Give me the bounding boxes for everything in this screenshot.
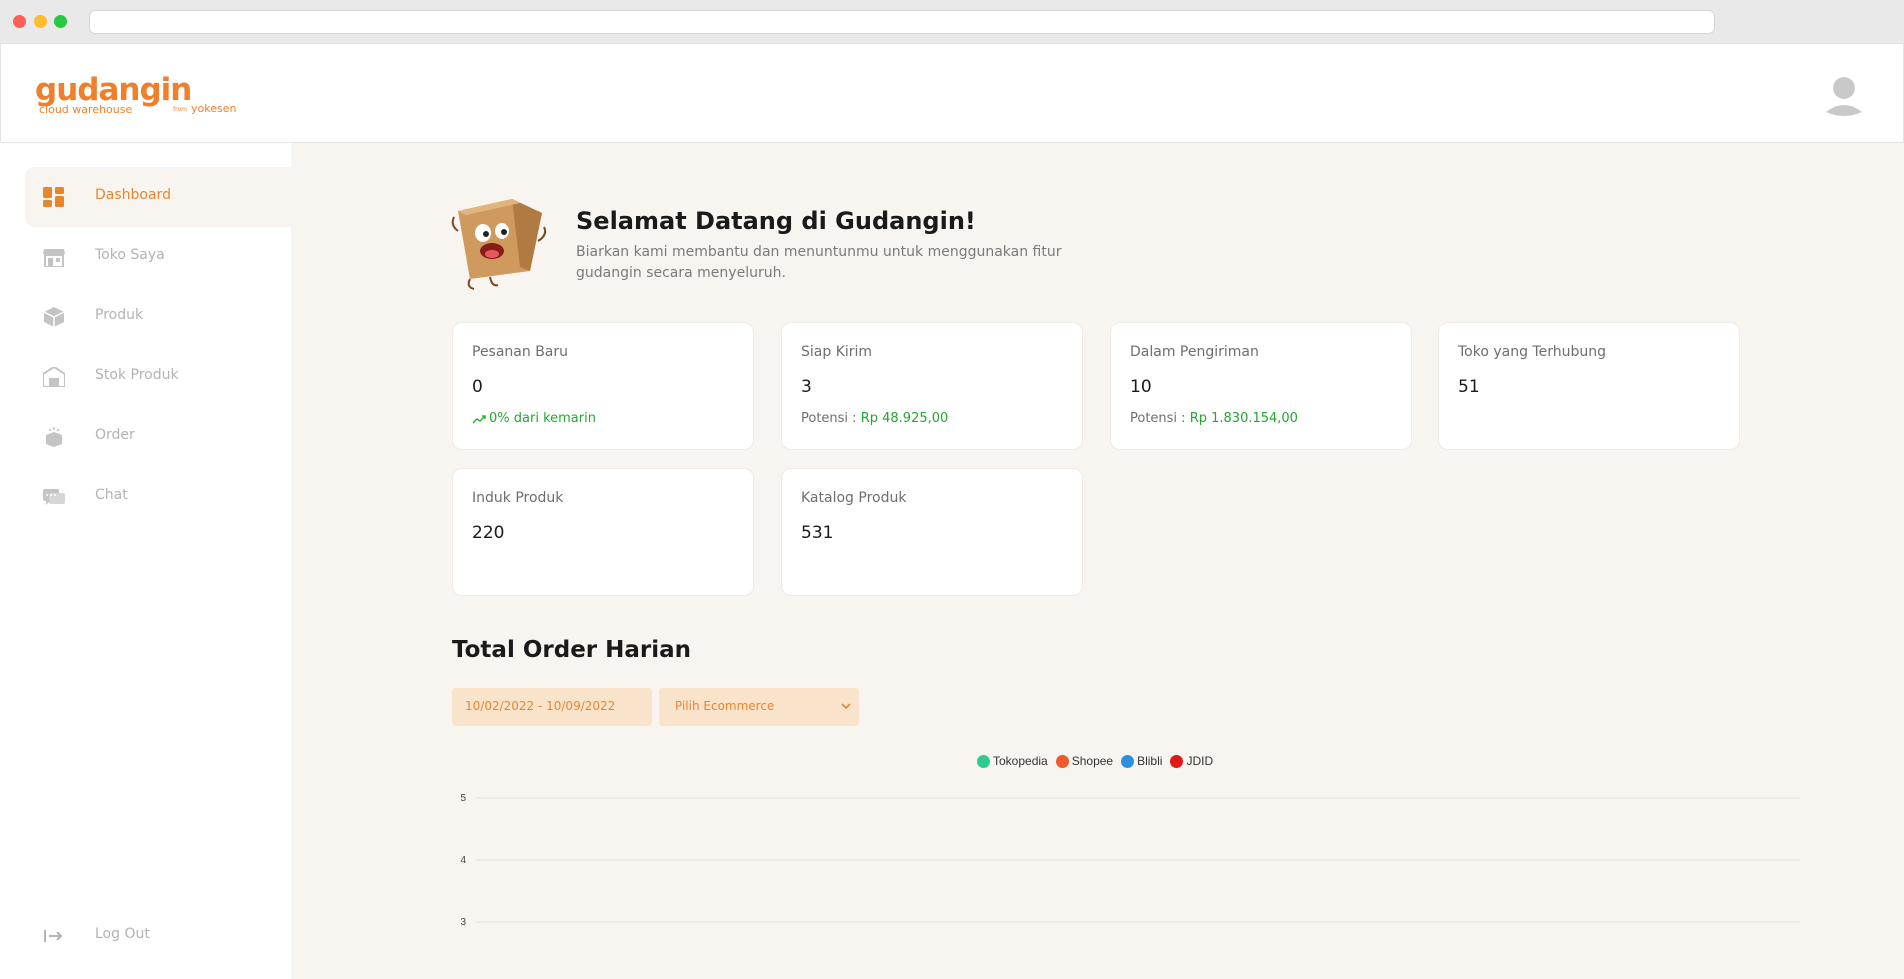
logout-icon bbox=[44, 930, 63, 942]
browser-chrome bbox=[0, 0, 1904, 43]
ecommerce-select[interactable]: Pilih Ecommerce bbox=[659, 688, 859, 726]
potential-label: Potensi : bbox=[801, 411, 861, 426]
potential-label: Potensi : bbox=[1130, 411, 1190, 426]
welcome-description: Biarkan kami membantu dan menuntunmu unt… bbox=[576, 244, 1062, 281]
card-value: 0 bbox=[472, 377, 483, 397]
card-value: 10 bbox=[1130, 377, 1152, 397]
card-title: Dalam Pengiriman bbox=[1130, 344, 1259, 360]
logo-from-text: from bbox=[173, 106, 187, 113]
chart-legend: Tokopedia Shopee Blibli JDID bbox=[977, 754, 1213, 768]
sidebar-item-produk[interactable]: Produk bbox=[25, 287, 291, 347]
card-title: Induk Produk bbox=[472, 490, 564, 506]
sidebar-item-label: Order bbox=[95, 427, 135, 443]
address-bar[interactable] bbox=[89, 10, 1715, 34]
card-trend-text: 0% dari kemarin bbox=[489, 411, 596, 426]
sidebar-item-label: Stok Produk bbox=[95, 367, 179, 383]
y-tick-label: 4 bbox=[460, 855, 466, 866]
sidebar-item-chat[interactable]: Chat bbox=[25, 467, 291, 527]
card-potential: Potensi : Rp 1.830.154,00 bbox=[1130, 411, 1298, 426]
warehouse-icon bbox=[43, 367, 65, 387]
sidebar-item-label: Produk bbox=[95, 307, 144, 323]
card-title: Pesanan Baru bbox=[472, 344, 569, 360]
logo-brand-text: yokesen bbox=[191, 102, 237, 115]
y-tick-label: 3 bbox=[460, 917, 466, 928]
minimize-window-button[interactable] bbox=[34, 15, 47, 28]
legend-label: JDID bbox=[1186, 754, 1214, 768]
card-title: Katalog Produk bbox=[801, 490, 907, 506]
top-header: gudangin cloud warehouse from yokesen bbox=[0, 43, 1904, 143]
box-icon bbox=[43, 307, 65, 327]
sidebar-item-label: Dashboard bbox=[95, 187, 171, 203]
sidebar-item-dashboard[interactable]: Dashboard bbox=[25, 167, 291, 227]
daily-order-chart: 5 4 3 bbox=[460, 793, 1800, 928]
card-value: 531 bbox=[801, 523, 834, 543]
chevron-down-icon bbox=[841, 703, 851, 710]
potential-value: Rp 48.925,00 bbox=[860, 411, 949, 426]
sidebar-item-order[interactable]: Order bbox=[25, 407, 291, 467]
sidebar-item-label: Chat bbox=[95, 487, 128, 503]
logo-tagline: cloud warehouse bbox=[39, 103, 133, 116]
card-title: Toko yang Terhubung bbox=[1458, 344, 1606, 360]
ecommerce-select-value: Pilih Ecommerce bbox=[675, 699, 775, 713]
trend-up-icon bbox=[472, 414, 486, 423]
y-tick-label: 5 bbox=[460, 793, 466, 804]
legend-item-jdid[interactable]: JDID bbox=[1170, 754, 1213, 768]
order-box-icon bbox=[46, 427, 62, 447]
card-title: Siap Kirim bbox=[801, 344, 873, 360]
legend-label: Shopee bbox=[1071, 754, 1114, 768]
card-value: 3 bbox=[801, 377, 812, 397]
sidebar-item-stok-produk[interactable]: Stok Produk bbox=[25, 347, 291, 407]
legend-item-shopee[interactable]: Shopee bbox=[1055, 754, 1114, 768]
main-content: Selamat Datang di Gudangin! Biarkan kami… bbox=[291, 143, 1904, 979]
chat-icon bbox=[43, 489, 65, 505]
section-title-total-order: Total Order Harian bbox=[452, 637, 692, 663]
welcome-title: Selamat Datang di Gudangin! bbox=[576, 207, 976, 235]
logout-label: Log Out bbox=[95, 926, 150, 942]
sidebar-item-toko-saya[interactable]: Toko Saya bbox=[25, 227, 291, 287]
potential-value: Rp 1.830.154,00 bbox=[1189, 411, 1298, 426]
stat-card-toko-terhubung[interactable]: Toko yang Terhubung 51 bbox=[1438, 322, 1740, 450]
dashboard-icon bbox=[43, 187, 64, 207]
card-potential: Potensi : Rp 48.925,00 bbox=[801, 411, 948, 426]
stat-card-dalam-pengiriman[interactable]: Dalam Pengiriman 10 Potensi : Rp 1.830.1… bbox=[1110, 322, 1412, 450]
store-icon bbox=[43, 249, 65, 267]
legend-swatch bbox=[1121, 754, 1135, 768]
card-value: 220 bbox=[472, 523, 505, 543]
sidebar: Dashboard Toko Saya Produk Stok Produk O… bbox=[0, 143, 291, 979]
card-value: 51 bbox=[1458, 377, 1480, 397]
date-range-input[interactable]: 10/02/2022 - 10/09/2022 bbox=[452, 688, 652, 726]
gudangin-logo[interactable]: gudangin cloud warehouse from yokesen bbox=[35, 72, 245, 122]
legend-swatch bbox=[1170, 754, 1184, 768]
legend-label: Blibli bbox=[1137, 754, 1163, 768]
user-avatar-icon[interactable] bbox=[1824, 74, 1864, 116]
stat-card-siap-kirim[interactable]: Siap Kirim 3 Potensi : Rp 48.925,00 bbox=[781, 322, 1083, 450]
box-mascot-illustration bbox=[451, 199, 547, 290]
legend-label: Tokopedia bbox=[993, 754, 1048, 768]
maximize-window-button[interactable] bbox=[54, 15, 67, 28]
legend-item-tokopedia[interactable]: Tokopedia bbox=[977, 754, 1048, 768]
sidebar-item-label: Toko Saya bbox=[95, 247, 165, 263]
close-window-button[interactable] bbox=[13, 15, 26, 28]
legend-swatch bbox=[1055, 754, 1069, 768]
stat-card-induk-produk[interactable]: Induk Produk 220 bbox=[452, 468, 754, 596]
stat-card-pesanan-baru[interactable]: Pesanan Baru 0 0% dari kemarin bbox=[452, 322, 754, 450]
card-trend: 0% dari kemarin bbox=[472, 411, 596, 426]
stat-card-katalog-produk[interactable]: Katalog Produk 531 bbox=[781, 468, 1083, 596]
logout-button[interactable]: Log Out bbox=[25, 906, 291, 966]
legend-item-blibli[interactable]: Blibli bbox=[1121, 754, 1162, 768]
legend-swatch bbox=[977, 754, 990, 768]
